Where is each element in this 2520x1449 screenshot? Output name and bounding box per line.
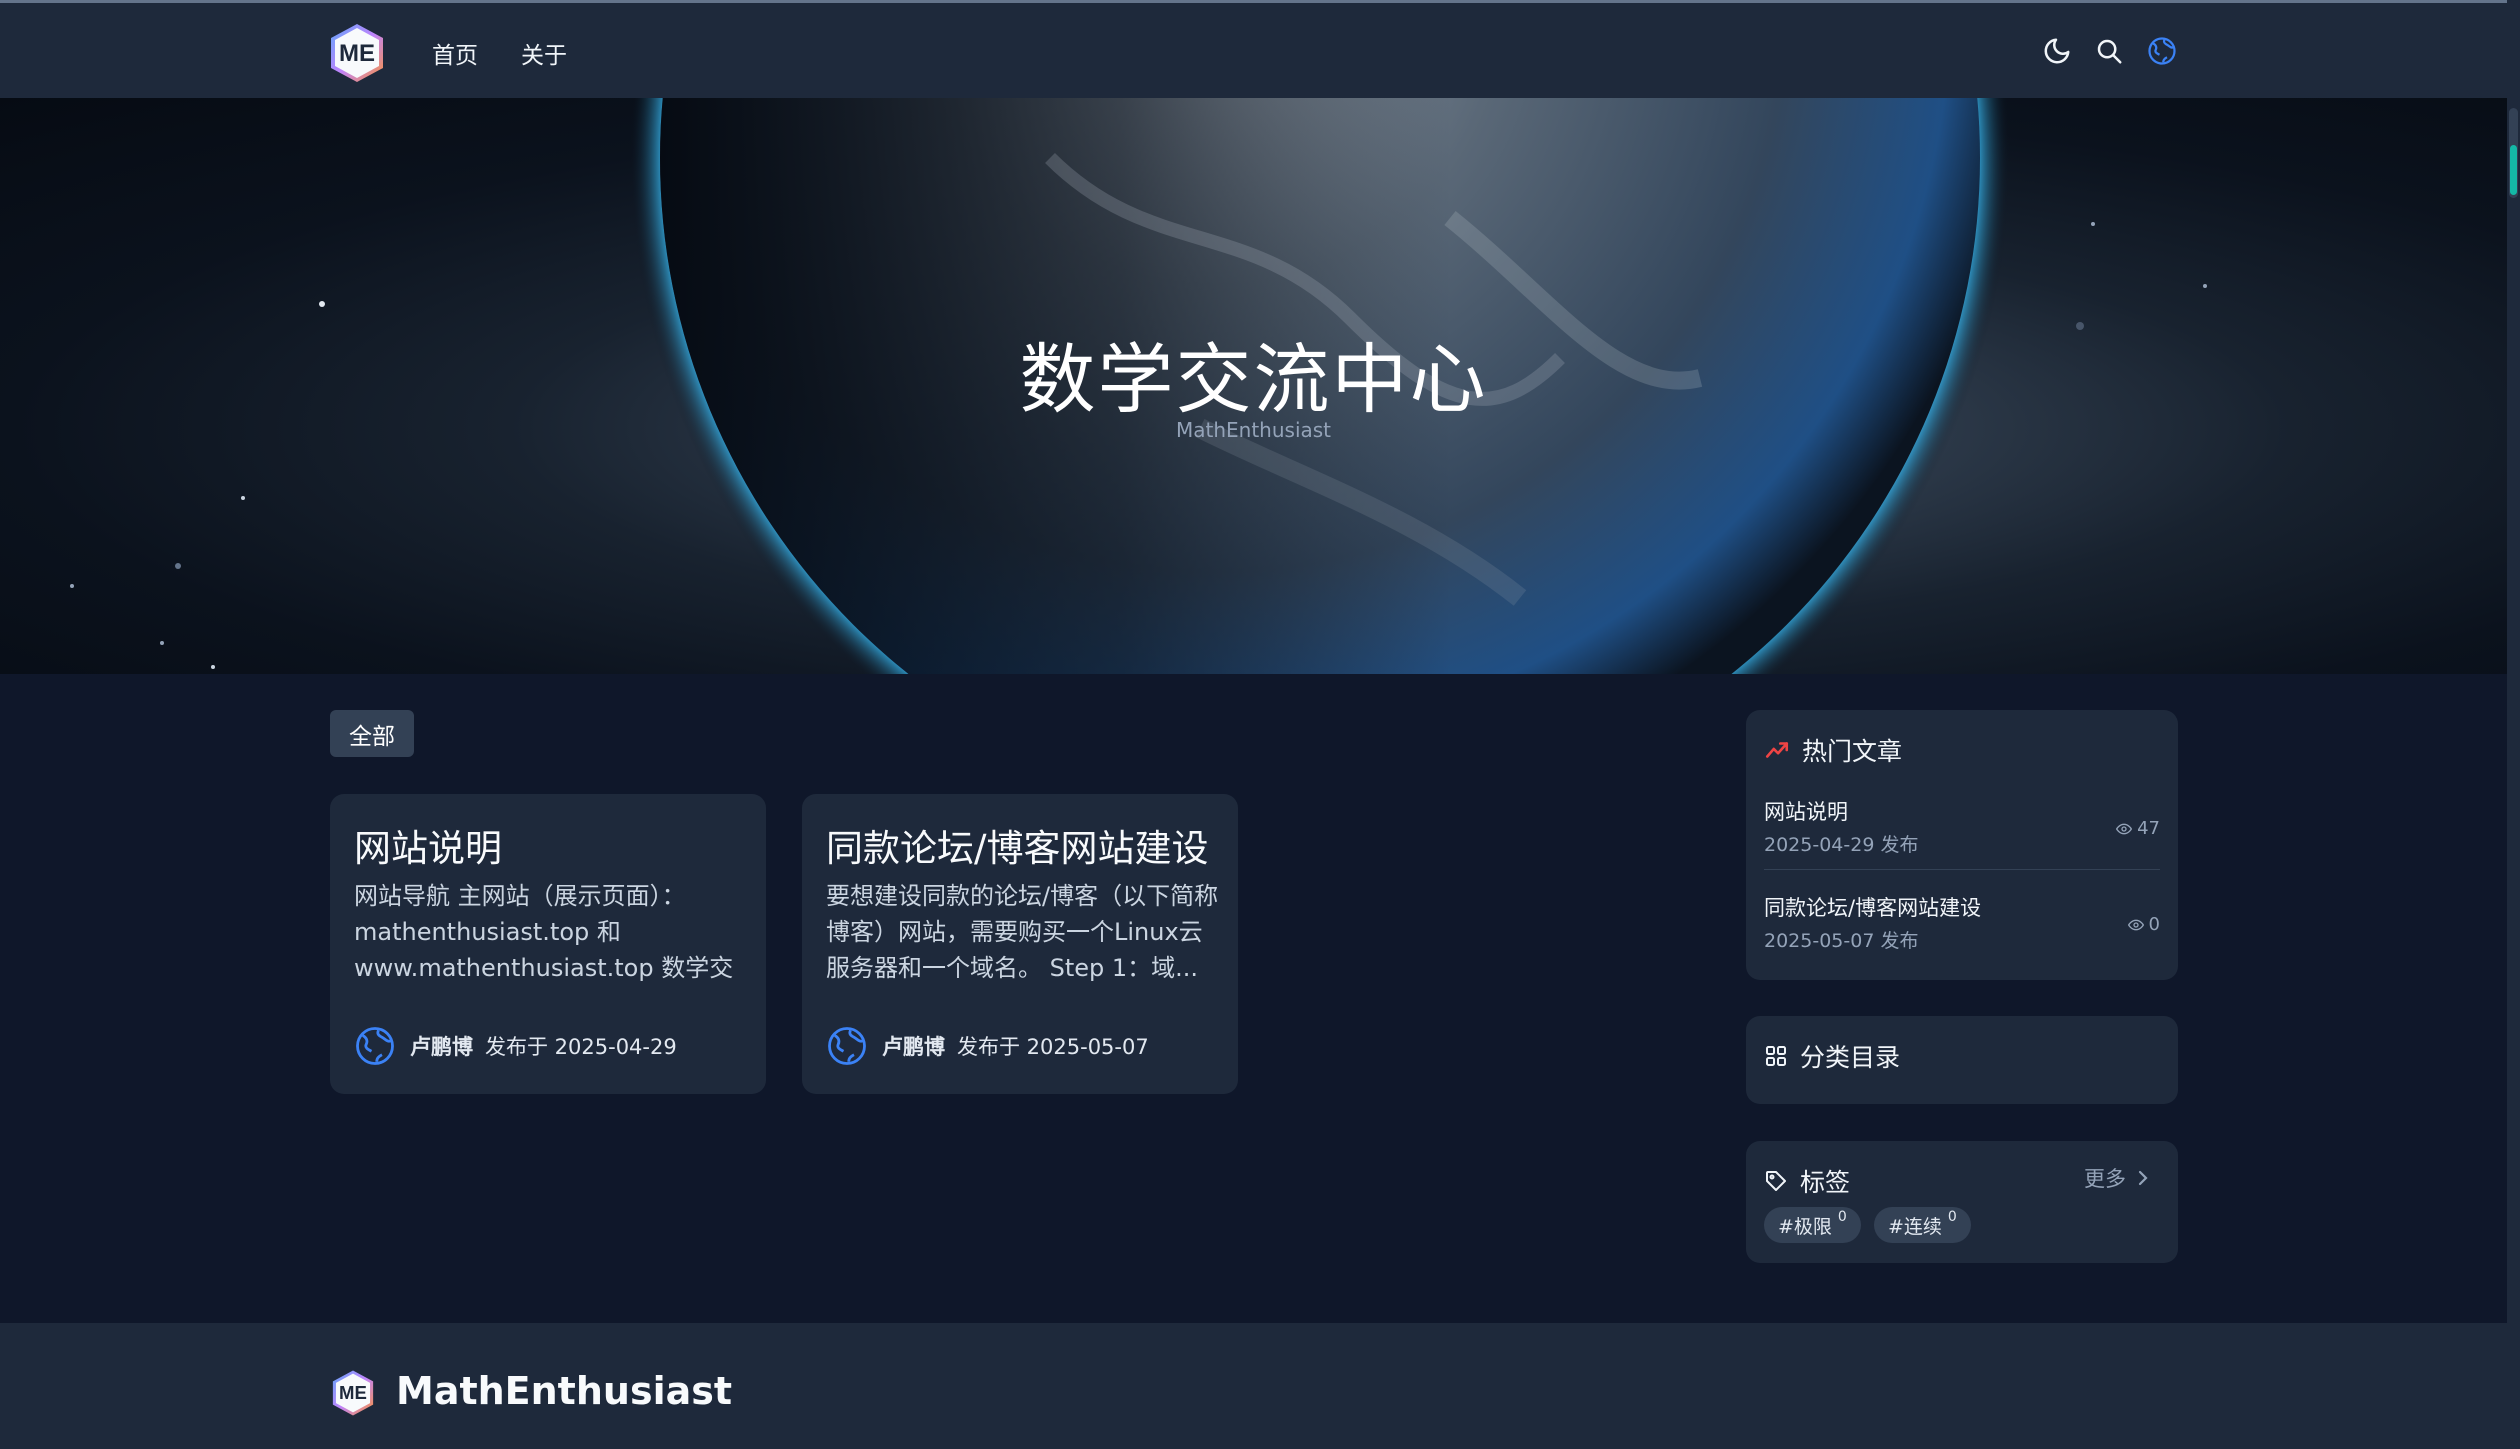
hot-post-views: 47	[2116, 818, 2160, 839]
post-title[interactable]: 网站说明	[354, 818, 502, 872]
author-avatar-icon	[828, 1027, 866, 1065]
tag-label[interactable]: #极限	[1778, 1212, 1832, 1239]
tags-more-link[interactable]: 更多	[2084, 1163, 2150, 1193]
tag-label[interactable]: #连续	[1888, 1212, 1942, 1239]
footer-brand: MathEnthusiast	[396, 1369, 733, 1413]
categories-header: 分类目录	[1764, 1038, 1900, 1074]
nav-home-link[interactable]: 首页	[432, 36, 478, 70]
filter-all-button[interactable]: 全部	[330, 710, 414, 757]
chevron-right-icon[interactable]	[2136, 1169, 2150, 1187]
post-meta: 卢鹏博 发布于 2025-05-07	[826, 1024, 1149, 1068]
hot-post-title[interactable]: 网站说明	[1764, 796, 1848, 826]
eye-icon	[2127, 919, 2144, 930]
tags-panel: 标签 更多 #极限 0 #连续 0	[1746, 1141, 2178, 1263]
eye-icon	[2116, 823, 2133, 834]
page-scrollbar[interactable]	[2507, 0, 2520, 1449]
logo-text: ME	[339, 40, 375, 67]
search-icon[interactable]	[2094, 36, 2124, 66]
hero-title: 数学交流中心	[1019, 335, 1488, 424]
categories-panel: 分类目录	[1746, 1016, 2178, 1104]
hot-posts-title: 热门文章	[1802, 737, 1903, 766]
footer-logo: ME	[332, 1370, 374, 1416]
post-date: 发布于 2025-04-29	[485, 1035, 677, 1059]
hot-post-title[interactable]: 同款论坛/博客网站建设	[1764, 892, 1981, 922]
tag-count: 0	[1947, 1209, 1957, 1225]
hot-post-item[interactable]: 网站说明 2025-04-29 发布 47	[1764, 786, 2160, 870]
post-card[interactable]: 网站说明 网站导航 主网站（展示页面）：mathenthusiast.top 和…	[330, 794, 766, 1094]
tag-icon	[1766, 1171, 1786, 1191]
tags-header: 标签	[1764, 1163, 1850, 1199]
tag-chip[interactable]: #连续 0	[1874, 1207, 1971, 1243]
post-author: 卢鹏博	[882, 1035, 945, 1059]
post-card[interactable]: 同款论坛/博客网站建设 要想建设同款的论坛/博客（以下简称博客）网站，需要购买一…	[802, 794, 1238, 1094]
post-title[interactable]: 同款论坛/博客网站建设	[826, 818, 1208, 872]
hot-post-views: 0	[2127, 914, 2160, 935]
post-author: 卢鹏博	[410, 1035, 473, 1059]
grid-icon	[1766, 1046, 1786, 1066]
nav-about-link[interactable]: 关于	[521, 36, 567, 70]
post-excerpt: 要想建设同款的论坛/博客（以下简称博客）网站，需要购买一个Linux云服务器和一…	[826, 882, 1219, 982]
view-count: 47	[2137, 818, 2160, 839]
moon-icon[interactable]	[2042, 36, 2072, 66]
site-logo[interactable]: ME	[328, 22, 386, 84]
hot-post-item[interactable]: 同款论坛/博客网站建设 2025-05-07 发布 0	[1764, 882, 2160, 966]
more-label[interactable]: 更多	[2084, 1163, 2126, 1193]
tag-chip[interactable]: #极限 0	[1764, 1207, 1861, 1243]
author-avatar-icon	[356, 1027, 394, 1065]
hot-posts-header: 热门文章	[1764, 732, 1902, 768]
categories-title: 分类目录	[1800, 1043, 1901, 1072]
trending-icon	[1765, 742, 1789, 758]
scroll-progress-indicator	[2510, 145, 2517, 195]
hot-posts-panel: 热门文章 网站说明 2025-04-29 发布 47 同款论坛/博客网站建设 2…	[1746, 710, 2178, 980]
post-date: 发布于 2025-05-07	[957, 1035, 1149, 1059]
hero-banner: 数学交流中心 MathEnthusiast	[0, 98, 2507, 674]
tags-title: 标签	[1800, 1168, 1851, 1197]
hero-subtitle: MathEnthusiast	[1175, 418, 1332, 442]
tag-count: 0	[1837, 1209, 1847, 1225]
view-count: 0	[2148, 914, 2160, 935]
post-meta: 卢鹏博 发布于 2025-04-29	[354, 1024, 677, 1068]
hot-post-date: 2025-05-07 发布	[1764, 930, 1919, 952]
post-excerpt: 网站导航 主网站（展示页面）：mathenthusiast.top 和 www.…	[354, 882, 734, 982]
top-navbar: ME 首页 关于	[0, 0, 2507, 98]
hot-post-date: 2025-04-29 发布	[1764, 834, 1919, 856]
user-avatar-icon[interactable]	[2147, 36, 2177, 66]
footer-logo-text: ME	[339, 1382, 367, 1403]
footer: ME MathEnthusiast	[0, 1323, 2507, 1449]
